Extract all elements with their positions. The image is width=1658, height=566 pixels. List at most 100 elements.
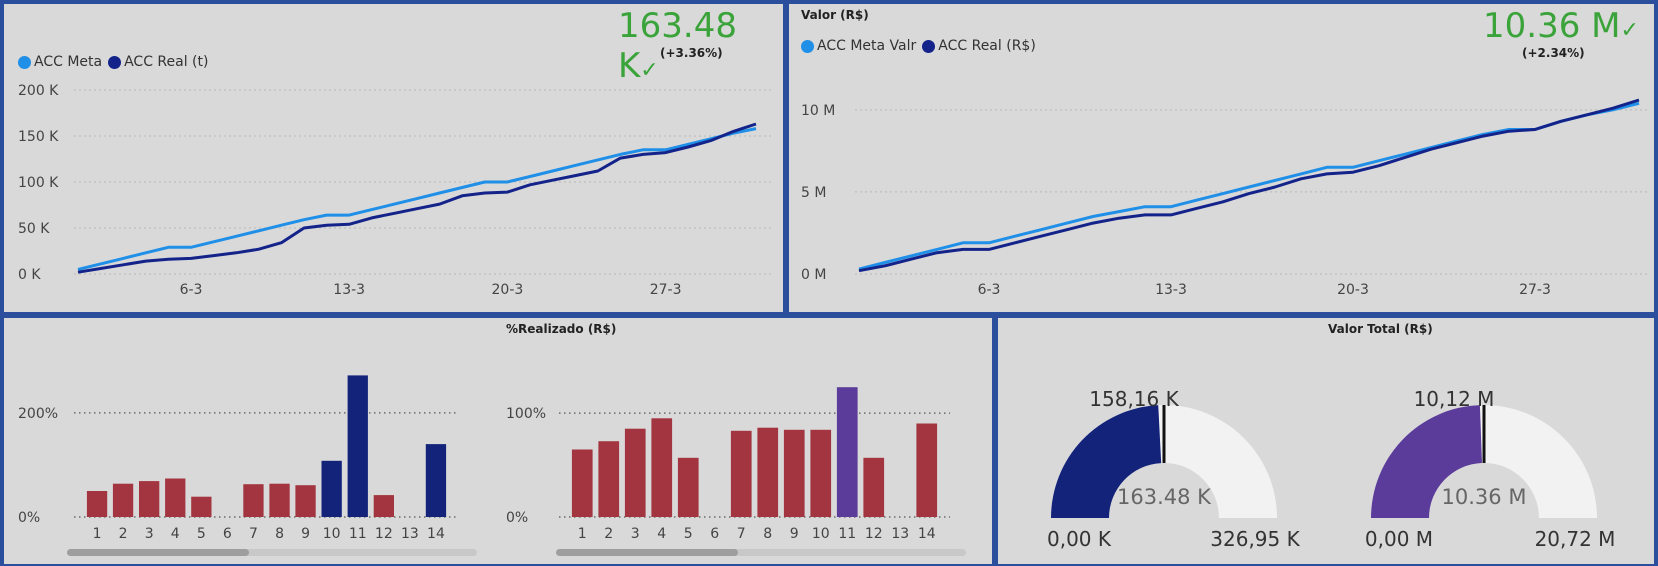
y-tick-label: 0% <box>18 510 40 526</box>
x-tick-label: 20-3 <box>492 282 524 298</box>
chart-percent-realized: 0%200%1 2 3 4 5 6 7 8 9 10 11 12 13 140%100%1 2 3 4 5 6 7 8 9… <box>18 375 950 542</box>
x-tick-label: 10 <box>812 526 830 542</box>
x-tick-label: 10 <box>323 526 341 542</box>
series-line-meta <box>77 127 757 271</box>
gauge-center-label: 10.36 M <box>1442 485 1527 509</box>
bar <box>571 449 593 517</box>
x-tick-label: 7 <box>737 526 746 542</box>
panel-title: Valor (R$) <box>801 8 869 22</box>
scrollbar-left[interactable] <box>67 549 477 556</box>
legend-label-meta: ACC Meta <box>34 54 103 70</box>
legend-dot-icon <box>108 55 122 69</box>
y-tick-label: 100% <box>506 406 546 422</box>
x-tick-label: 8 <box>275 526 284 542</box>
x-tick-label: 13 <box>891 526 909 542</box>
x-tick-label: 3 <box>145 526 154 542</box>
x-tick-label: 14 <box>427 526 445 542</box>
x-tick-label: 13-3 <box>333 282 365 298</box>
y-tick-label: 200 K <box>18 83 59 99</box>
x-tick-label: 1 <box>93 526 102 542</box>
x-tick-label: 11 <box>838 526 856 542</box>
x-tick-label: 6 <box>710 526 719 542</box>
y-tick-label: 200% <box>18 406 58 422</box>
bar <box>810 429 832 517</box>
y-tick-label: 0% <box>506 510 528 526</box>
x-tick-label: 6-3 <box>180 282 203 298</box>
x-tick-label: 12 <box>865 526 883 542</box>
x-tick-label: 5 <box>197 526 206 542</box>
gauge-max-label: 20,72 M <box>1535 527 1616 551</box>
bar <box>347 375 368 517</box>
x-tick-label: 3 <box>631 526 640 542</box>
panel-total-value: 158,16 K 163.48 K 0,00 K 326,95 K 10,12 M 10.… <box>998 318 1654 564</box>
y-tick-label: 0 K <box>18 267 41 283</box>
legend-dot-icon <box>801 39 814 53</box>
x-tick-label: 5 <box>684 526 693 542</box>
bar <box>321 460 342 517</box>
bar <box>757 427 779 517</box>
checkmark-icon: ✓ <box>1620 18 1639 43</box>
bar <box>295 485 316 517</box>
bar <box>243 484 264 517</box>
gauge-center-label: 163.48 K <box>1117 485 1212 509</box>
bar <box>425 444 447 517</box>
y-tick-label: 5 M <box>801 185 826 201</box>
panel-title: %Realizado (R$) <box>506 322 617 336</box>
x-tick-label: 1 <box>578 526 587 542</box>
gauge-max-label: 326,95 K <box>1210 527 1300 551</box>
x-tick-label: 11 <box>349 526 367 542</box>
bar <box>269 483 290 517</box>
scrollbar-thumb[interactable] <box>67 549 249 556</box>
x-tick-label: 13 <box>401 526 419 542</box>
bar <box>598 441 620 517</box>
bar <box>139 481 160 517</box>
legend-label-real: ACC Real (t) <box>124 54 209 70</box>
bar <box>624 428 646 517</box>
bar <box>165 478 186 517</box>
bar <box>651 418 673 517</box>
series-line-real <box>858 98 1640 273</box>
bar <box>730 430 752 517</box>
x-tick-label: 6-3 <box>978 282 1001 298</box>
bar <box>86 491 108 517</box>
legend: ACC Meta Valr ACC Real (R$) <box>801 38 1036 54</box>
x-tick-label: 7 <box>249 526 258 542</box>
bar <box>191 496 212 517</box>
kpi-delta: (+3.36%) <box>660 46 723 60</box>
kpi-value: 10.36 M✓ <box>1483 6 1639 46</box>
x-tick-label: 2 <box>604 526 613 542</box>
panel-title: Valor Total (R$) <box>1328 322 1433 336</box>
x-tick-label: 12 <box>375 526 393 542</box>
legend-dot-icon <box>18 55 31 69</box>
panel-percent-realized: 0% 200% 1 2 3 4 5 6 7 8 9 10 11 12 13 14 0% 100% 1 2 3 4 5 6 7 8 9… <box>4 318 992 564</box>
y-tick-label: 50 K <box>18 221 50 237</box>
x-tick-label: 14 <box>918 526 936 542</box>
gauge-min-label: 0,00 K <box>1047 527 1112 551</box>
panel-acc-value: 0 M 5 M 10 M 6-3 13-3 20-3 27-3 Valor (R$) 10.… <box>789 4 1654 312</box>
gauge-min-label: 0,00 M <box>1365 527 1433 551</box>
legend-label-real: ACC Real (R$) <box>938 38 1036 54</box>
bar <box>863 457 885 517</box>
bar <box>916 423 938 517</box>
y-tick-label: 150 K <box>18 129 59 145</box>
series-line-meta <box>858 101 1640 271</box>
legend: ACC Meta ACC Real (t) <box>18 54 208 70</box>
checkmark-icon: ✓ <box>640 58 659 83</box>
x-tick-label: 27-3 <box>650 282 682 298</box>
bar <box>836 387 858 517</box>
y-tick-label: 0 M <box>801 267 826 283</box>
chart-gauges: 158,16 K 163.48 K0,00 K 326,95 K 10,12 M 10.… <box>1047 387 1616 551</box>
bar <box>677 457 699 517</box>
kpi-value-text: 10.36 M <box>1483 6 1621 46</box>
scrollbar-thumb[interactable] <box>556 549 738 556</box>
x-tick-label: 13-3 <box>1155 282 1187 298</box>
x-tick-label: 27-3 <box>1519 282 1551 298</box>
y-tick-label: 10 M <box>801 103 835 119</box>
x-tick-label: 6 <box>223 526 232 542</box>
panel-acc-tonnage: 0 K 50 K 100 K 150 K 200 K 6-3 13-3 20-3 27-3 16… <box>4 4 783 312</box>
gauge-value-label: 10,12 M <box>1414 387 1495 411</box>
scrollbar-right[interactable] <box>556 549 966 556</box>
y-tick-label: 100 K <box>18 175 59 191</box>
gauge-value-label: 158,16 K <box>1089 387 1179 411</box>
x-tick-label: 9 <box>301 526 310 542</box>
